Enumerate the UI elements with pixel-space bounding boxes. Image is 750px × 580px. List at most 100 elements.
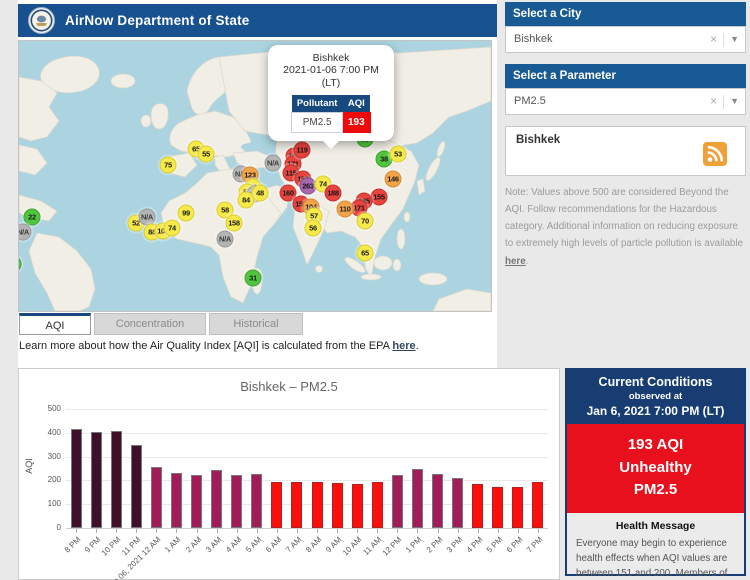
aqi-marker-84[interactable]: 84 — [238, 192, 255, 209]
popup-datetime: 2021-01-06 7:00 PM (LT) — [273, 64, 389, 90]
city-caret-down-icon[interactable]: ▼ — [730, 27, 739, 52]
x-tick-label: Jan 06, 2021 12 AM — [79, 535, 163, 580]
bar-8-pm[interactable] — [71, 429, 82, 528]
x-tick-label: 9 PM — [18, 535, 102, 580]
x-tick — [217, 529, 218, 533]
rss-feed-icon[interactable] — [703, 142, 727, 171]
aqi-info-text: Learn more about how the Air Quality Ind… — [19, 340, 419, 352]
aqi-marker-22[interactable]: 22 — [24, 209, 41, 226]
bar-10-pm[interactable] — [111, 431, 122, 528]
parameter-caret-down-icon[interactable]: ▼ — [730, 89, 739, 114]
city-select[interactable]: Bishkek × ▼ — [505, 26, 746, 53]
bar-6-pm[interactable] — [512, 487, 523, 528]
bar-5-pm[interactable] — [492, 487, 503, 528]
aqi-marker-74[interactable]: 74 — [164, 220, 181, 237]
beyond-aqi-note: Note: Values above 500 are considered Be… — [505, 184, 743, 270]
aqi-info-suffix: . — [416, 340, 419, 352]
bar-7-am[interactable] — [291, 482, 302, 528]
aqi-marker-55[interactable]: 55 — [198, 146, 215, 163]
x-tick — [478, 529, 479, 533]
bar-6-am[interactable] — [271, 482, 282, 528]
bar-9-am[interactable] — [332, 483, 343, 528]
aqi-marker-na[interactable]: N/A — [18, 224, 32, 241]
x-tick — [438, 529, 439, 533]
bar-4-pm[interactable] — [472, 484, 483, 529]
popup-aqi-header: AQI — [342, 95, 370, 113]
x-tick-label: 6 PM — [440, 535, 524, 580]
tab-concentration[interactable]: Concentration — [94, 313, 206, 335]
x-tick-label: 1 AM — [99, 535, 183, 580]
x-tick — [458, 529, 459, 533]
bar-2-am[interactable] — [191, 475, 202, 528]
tab-aqi[interactable]: AQI — [19, 313, 91, 335]
current-conditions-panel: Current Conditions observed at Jan 6, 20… — [565, 368, 746, 576]
bar-3-pm[interactable] — [452, 478, 463, 528]
bar-5-am[interactable] — [251, 474, 262, 528]
x-tick — [176, 529, 177, 533]
y-tick-label: 0 — [33, 523, 61, 532]
note-text: Note: Values above 500 are considered Be… — [505, 187, 743, 249]
aqi-marker-188[interactable]: 188 — [325, 185, 342, 202]
bar-8-am[interactable] — [312, 482, 323, 528]
x-tick — [136, 529, 137, 533]
aqi-marker-75[interactable]: 75 — [160, 157, 177, 174]
chart-panel: Bishkek – PM2.5 AQI 0100200300400500 8 P… — [18, 368, 560, 580]
x-tick — [277, 529, 278, 533]
bar-1-pm[interactable] — [412, 469, 423, 528]
popup-pollutant-value: PM2.5 — [292, 113, 343, 133]
aqi-marker-na[interactable]: N/A — [217, 231, 234, 248]
aqi-marker-31[interactable]: 31 — [245, 270, 262, 287]
bar-11-am[interactable] — [372, 482, 383, 528]
aqi-marker-70[interactable]: 70 — [357, 213, 374, 230]
aqi-marker-119[interactable]: 119 — [294, 142, 311, 159]
aqi-marker-53[interactable]: 53 — [390, 146, 407, 163]
tab-historical[interactable]: Historical — [209, 313, 303, 335]
chart-plot — [66, 409, 548, 528]
epa-here-link[interactable]: here — [392, 340, 415, 352]
city-select-value: Bishkek — [514, 33, 553, 45]
aqi-marker-158[interactable]: 158 — [226, 215, 243, 232]
aqi-marker-65[interactable]: 65 — [357, 245, 374, 262]
bar-3-am[interactable] — [211, 470, 222, 528]
aqi-marker-6[interactable]: 6 — [18, 256, 22, 273]
health-message-text: Everyone may begin to experience health … — [576, 536, 735, 580]
bar-1-am[interactable] — [171, 473, 182, 528]
parameter-clear-icon[interactable]: × — [710, 89, 717, 114]
current-conditions-header: Current Conditions observed at Jan 6, 20… — [567, 370, 744, 424]
bar-2-pm[interactable] — [432, 474, 443, 528]
aqi-world-map[interactable]: 75655522N/A652N/A881047499N/A1239255N/A4… — [18, 40, 492, 312]
x-tick — [377, 529, 378, 533]
x-tick — [417, 529, 418, 533]
gridline — [66, 433, 548, 434]
health-message-title: Health Message — [576, 520, 735, 532]
aqi-marker-na[interactable]: N/A — [265, 155, 282, 172]
city-clear-icon[interactable]: × — [710, 27, 717, 52]
x-tick-label: 4 AM — [159, 535, 243, 580]
parameter-select[interactable]: PM2.5 × ▼ — [505, 88, 746, 115]
aqi-status-block: 193 AQI Unhealthy PM2.5 — [567, 424, 744, 513]
bar-10-am[interactable] — [352, 484, 363, 528]
note-here-link[interactable]: here — [505, 256, 526, 267]
y-tick-label: 400 — [33, 428, 61, 437]
chart-title: Bishkek – PM2.5 — [19, 379, 559, 394]
bar-11-pm[interactable] — [131, 445, 142, 528]
bar-12-pm[interactable] — [392, 475, 403, 528]
aqi-marker-110[interactable]: 110 — [337, 201, 354, 218]
observed-at-datetime: Jan 6, 2021 7:00 PM (LT) — [569, 404, 742, 418]
x-tick — [337, 529, 338, 533]
bar-9-pm[interactable] — [91, 432, 102, 528]
x-tick — [357, 529, 358, 533]
feed-city-label: Bishkek — [516, 134, 560, 146]
select-city-header: Select a City — [505, 2, 746, 26]
aqi-marker-155[interactable]: 155 — [371, 189, 388, 206]
x-tick-label: 5 PM — [420, 535, 504, 580]
aqi-category: Unhealthy — [567, 457, 744, 480]
bar-4-am[interactable] — [231, 475, 242, 528]
aqi-marker-56[interactable]: 56 — [305, 220, 322, 237]
aqi-marker-146[interactable]: 146 — [385, 171, 402, 188]
bar-7-pm[interactable] — [532, 482, 543, 528]
bar-jan-06-2021-12-am[interactable] — [151, 467, 162, 528]
x-tick-label: 10 PM — [38, 535, 122, 580]
city-feed-box: Bishkek — [505, 126, 746, 176]
aqi-marker-99[interactable]: 99 — [178, 205, 195, 222]
